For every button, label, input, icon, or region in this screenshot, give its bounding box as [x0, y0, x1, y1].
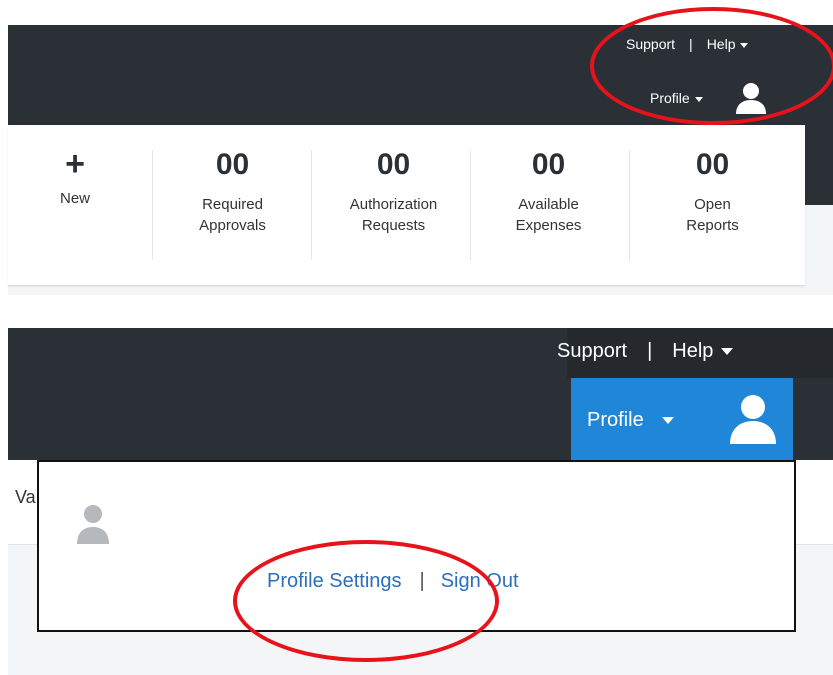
- tile-divider: [311, 150, 312, 260]
- utility-separator: |: [647, 340, 653, 362]
- quick-task-new[interactable]: + New: [40, 145, 110, 260]
- tile-divider: [629, 150, 630, 260]
- tile-count: 00: [531, 148, 566, 181]
- tile-label-line2: Reports: [686, 217, 739, 234]
- tile-label-line1: Required: [202, 196, 263, 213]
- tile-count: 00: [376, 148, 411, 181]
- tile-required-approvals[interactable]: 00 Required Approvals: [165, 150, 300, 260]
- highlight-circle: [233, 540, 499, 662]
- tile-label-line2: Requests: [361, 217, 426, 234]
- tile-open-reports[interactable]: 00 Open Reports: [645, 150, 780, 260]
- tile-label-line2: Expenses: [515, 217, 582, 234]
- partial-label: Va: [15, 487, 36, 507]
- highlight-circle: [590, 7, 833, 125]
- plus-icon: +: [65, 145, 85, 183]
- utility-nav: Support | Help: [557, 340, 734, 363]
- user-avatar-icon: [77, 505, 109, 544]
- tile-label-line1: Authorization: [349, 196, 438, 213]
- navbar-edge: [805, 125, 833, 205]
- tile-count: 00: [695, 148, 730, 181]
- profile-menu-open[interactable]: Profile: [571, 378, 793, 462]
- user-avatar-icon[interactable]: [725, 390, 781, 446]
- support-link[interactable]: Support: [557, 340, 627, 362]
- tile-label-line1: Open: [694, 196, 731, 213]
- screenshot-root: Support | Help Profile + New 00 Required A…: [0, 0, 833, 675]
- chevron-down-icon: [721, 348, 734, 356]
- profile-label: Profile: [587, 408, 644, 431]
- tile-label-line2: Approvals: [199, 217, 266, 234]
- tile-available-expenses[interactable]: 00 Available Expenses: [481, 150, 616, 260]
- tile-divider: [470, 150, 471, 260]
- tile-divider: [152, 150, 153, 260]
- chevron-down-icon: [661, 416, 674, 424]
- help-label: Help: [672, 340, 714, 362]
- tile-label-line1: Available: [518, 196, 579, 213]
- tile-authorization-requests[interactable]: 00 Authorization Requests: [321, 150, 466, 260]
- tile-label: New: [59, 190, 90, 207]
- help-menu[interactable]: Help: [672, 340, 734, 362]
- tile-count: 00: [215, 148, 250, 181]
